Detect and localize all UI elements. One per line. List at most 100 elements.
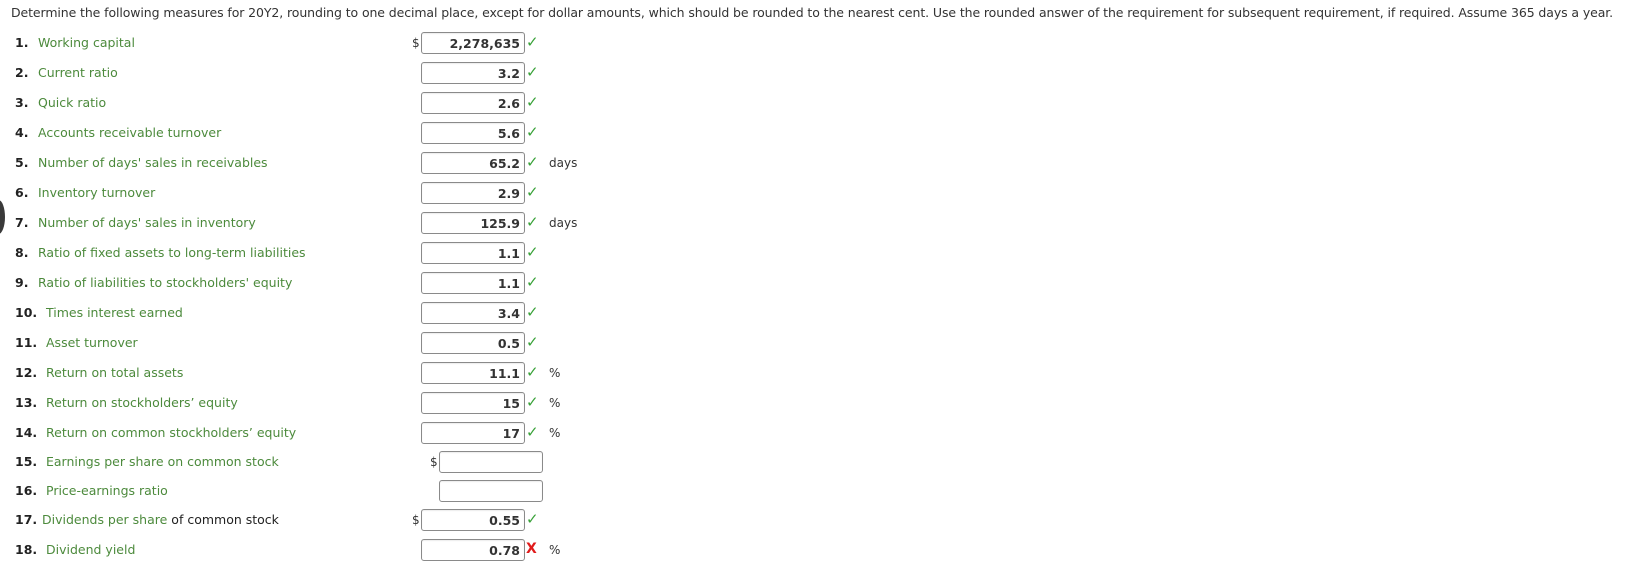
answer-input[interactable] xyxy=(421,92,525,114)
item-label-link[interactable]: Number of days' sales in receivables xyxy=(38,155,268,170)
item-label-link[interactable]: Current ratio xyxy=(38,65,118,80)
item-label-link[interactable]: Asset turnover xyxy=(46,335,138,350)
item-number: 16. xyxy=(15,483,38,498)
incorrect-x-icon: X xyxy=(526,541,537,557)
item-label-link[interactable]: Number of days' sales in inventory xyxy=(38,215,256,230)
item-label-link[interactable]: Price-earnings ratio xyxy=(46,483,168,498)
item-label[interactable]: Return on total assets xyxy=(46,365,183,380)
item-label[interactable]: Price-earnings ratio xyxy=(46,483,168,498)
measure-row: 4. Accounts receivable turnover ✓ xyxy=(0,120,700,146)
unit-label: % xyxy=(549,396,561,410)
item-label[interactable]: Quick ratio xyxy=(38,95,106,110)
correct-check-icon: ✓ xyxy=(526,93,539,111)
item-label-link[interactable]: Accounts receivable turnover xyxy=(38,125,221,140)
item-label-link[interactable]: Return on common stockholders’ equity xyxy=(46,425,296,440)
item-number: 2. xyxy=(15,65,29,80)
answer-input[interactable] xyxy=(421,32,525,54)
answer-input[interactable] xyxy=(421,242,525,264)
correct-check-icon: ✓ xyxy=(526,213,539,231)
item-label[interactable]: Return on common stockholders’ equity xyxy=(46,425,296,440)
answer-input[interactable] xyxy=(421,152,525,174)
unit-label: % xyxy=(549,426,561,440)
item-label-link[interactable]: Ratio of fixed assets to long-term liabi… xyxy=(38,245,306,260)
item-number: 9. xyxy=(15,275,29,290)
answer-input[interactable] xyxy=(421,509,525,531)
answer-input[interactable] xyxy=(421,539,525,561)
item-label[interactable]: Dividends per share of common stock xyxy=(42,512,279,527)
correct-check-icon: ✓ xyxy=(526,393,539,411)
item-label[interactable]: Current ratio xyxy=(38,65,118,80)
item-label[interactable]: Number of days' sales in inventory xyxy=(38,215,256,230)
correct-check-icon: ✓ xyxy=(526,243,539,261)
item-number: 17. xyxy=(15,512,38,527)
item-label[interactable]: Ratio of liabilities to stockholders' eq… xyxy=(38,275,292,290)
dollar-sign: $ xyxy=(412,513,420,527)
measure-row: 15. Earnings per share on common stock $ xyxy=(0,449,700,475)
item-label[interactable]: Times interest earned xyxy=(46,305,183,320)
item-label[interactable]: Working capital xyxy=(38,35,135,50)
item-label[interactable]: Ratio of fixed assets to long-term liabi… xyxy=(38,245,306,260)
item-label-suffix: of common stock xyxy=(167,512,279,527)
answer-input[interactable] xyxy=(421,332,525,354)
item-label-link[interactable]: Return on total assets xyxy=(46,365,183,380)
measure-row: 12. Return on total assets ✓% xyxy=(0,360,700,386)
answer-input[interactable] xyxy=(421,212,525,234)
item-label-link[interactable]: Dividends per share xyxy=(42,512,167,527)
answer-input[interactable] xyxy=(439,480,543,502)
measure-row: 18. Dividend yield X% xyxy=(0,537,700,563)
measure-row: 16. Price-earnings ratio xyxy=(0,478,700,504)
answer-input[interactable] xyxy=(421,422,525,444)
answer-input[interactable] xyxy=(421,272,525,294)
item-label-link[interactable]: Inventory turnover xyxy=(38,185,155,200)
answer-input[interactable] xyxy=(421,182,525,204)
measure-row: 14. Return on common stockholders’ equity… xyxy=(0,420,700,446)
answer-input[interactable] xyxy=(421,122,525,144)
correct-check-icon: ✓ xyxy=(526,510,539,528)
item-number: 7. xyxy=(15,215,29,230)
item-label[interactable]: Dividend yield xyxy=(46,542,135,557)
measure-row: 5. Number of days' sales in receivables ✓ d… xyxy=(0,150,700,176)
item-label-link[interactable]: Times interest earned xyxy=(46,305,183,320)
item-number: 15. xyxy=(15,454,38,469)
item-number: 12. xyxy=(15,365,38,380)
unit-label: days xyxy=(549,216,578,230)
answer-input[interactable] xyxy=(421,302,525,324)
item-label[interactable]: Accounts receivable turnover xyxy=(38,125,221,140)
item-label[interactable]: Inventory turnover xyxy=(38,185,155,200)
correct-check-icon: ✓ xyxy=(526,273,539,291)
answer-input[interactable] xyxy=(421,392,525,414)
item-label-link[interactable]: Ratio of liabilities to stockholders' eq… xyxy=(38,275,292,290)
correct-check-icon: ✓ xyxy=(526,303,539,321)
correct-check-icon: ✓ xyxy=(526,63,539,81)
instructions-text: Determine the following measures for 20Y… xyxy=(11,5,1614,20)
item-number: 10. xyxy=(15,305,38,320)
dollar-sign: $ xyxy=(430,455,438,469)
item-label-link[interactable]: Earnings per share on common stock xyxy=(46,454,279,469)
item-label-link[interactable]: Return on stockholders’ equity xyxy=(46,395,238,410)
measure-row: 11. Asset turnover ✓ xyxy=(0,330,700,356)
measure-row: 1. Working capital $ ✓ xyxy=(0,30,700,56)
correct-check-icon: ✓ xyxy=(526,123,539,141)
item-label-link[interactable]: Dividend yield xyxy=(46,542,135,557)
correct-check-icon: ✓ xyxy=(526,33,539,51)
correct-check-icon: ✓ xyxy=(526,183,539,201)
item-number: 4. xyxy=(15,125,29,140)
correct-check-icon: ✓ xyxy=(526,423,539,441)
correct-check-icon: ✓ xyxy=(526,363,539,381)
item-number: 11. xyxy=(15,335,38,350)
answer-input[interactable] xyxy=(421,62,525,84)
item-label-link[interactable]: Working capital xyxy=(38,35,135,50)
item-label[interactable]: Asset turnover xyxy=(46,335,138,350)
measure-row: 3. Quick ratio ✓ xyxy=(0,90,700,116)
measure-row: 9. Ratio of liabilities to stockholders' … xyxy=(0,270,700,296)
measure-row: 13. Return on stockholders’ equity ✓% xyxy=(0,390,700,416)
item-label-link[interactable]: Quick ratio xyxy=(38,95,106,110)
item-label[interactable]: Return on stockholders’ equity xyxy=(46,395,238,410)
unit-label: % xyxy=(549,366,561,380)
answer-input[interactable] xyxy=(421,362,525,384)
item-number: 13. xyxy=(15,395,38,410)
item-label[interactable]: Earnings per share on common stock xyxy=(46,454,279,469)
answer-input[interactable] xyxy=(439,451,543,473)
measure-row: 10. Times interest earned ✓ xyxy=(0,300,700,326)
item-label[interactable]: Number of days' sales in receivables xyxy=(38,155,268,170)
